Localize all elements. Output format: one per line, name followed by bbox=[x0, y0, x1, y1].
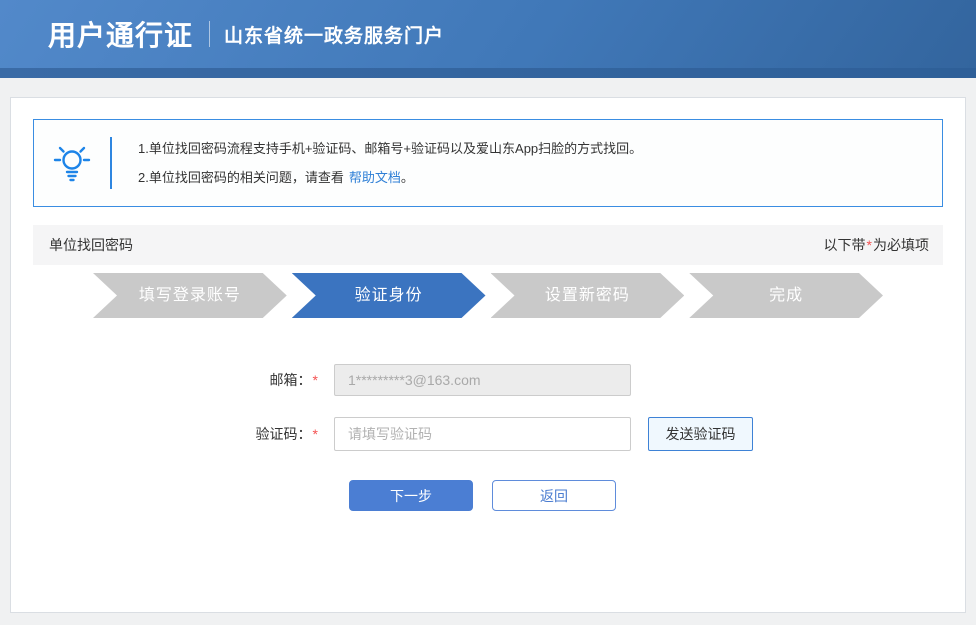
main-card: 1.单位找回密码流程支持手机+验证码、邮箱号+验证码以及爱山东App扫脸的方式找… bbox=[10, 97, 966, 613]
header-bottom-strip bbox=[0, 68, 976, 78]
required-star: * bbox=[866, 237, 872, 253]
code-label: 验证码：* bbox=[255, 426, 318, 442]
step-done: 完成 bbox=[689, 273, 883, 318]
email-required-star: * bbox=[312, 372, 318, 388]
header-divider bbox=[209, 21, 211, 47]
code-input[interactable] bbox=[334, 417, 631, 451]
next-step-button[interactable]: 下一步 bbox=[349, 480, 473, 511]
step-verify-identity: 验证身份 bbox=[292, 273, 486, 318]
email-field bbox=[334, 364, 631, 396]
app-title: 用户通行证 bbox=[48, 20, 194, 51]
recover-form: 邮箱：* 验证码：* 发送验证码 下一步 返回 bbox=[33, 364, 943, 511]
tip-text: 1.单位找回密码流程支持手机+验证码、邮箱号+验证码以及爱山东App扫脸的方式找… bbox=[112, 134, 642, 192]
tip-line-2: 2.单位找回密码的相关问题，请查看 帮助文档。 bbox=[138, 170, 414, 185]
lightbulb-icon bbox=[34, 142, 110, 184]
help-doc-link[interactable]: 帮助文档 bbox=[349, 170, 401, 185]
section-title: 单位找回密码 bbox=[49, 237, 133, 253]
code-required-star: * bbox=[312, 426, 318, 442]
step-fill-account: 填写登录账号 bbox=[93, 273, 287, 318]
required-note: 以下带*为必填项 bbox=[823, 237, 929, 253]
back-button[interactable]: 返回 bbox=[492, 480, 616, 511]
email-row: 邮箱：* bbox=[33, 364, 943, 396]
form-actions: 下一步 返回 bbox=[334, 480, 631, 511]
tip-box: 1.单位找回密码流程支持手机+验证码、邮箱号+验证码以及爱山东App扫脸的方式找… bbox=[33, 119, 943, 207]
section-bar: 单位找回密码 以下带*为必填项 bbox=[33, 225, 943, 265]
tip-line-1: 1.单位找回密码流程支持手机+验证码、邮箱号+验证码以及爱山东App扫脸的方式找… bbox=[138, 141, 643, 156]
email-label: 邮箱：* bbox=[269, 372, 318, 388]
step-progress: 填写登录账号 验证身份 设置新密码 完成 bbox=[93, 273, 883, 318]
code-row: 验证码：* 发送验证码 bbox=[33, 417, 943, 451]
portal-title: 山东省统一政务服务门户 bbox=[224, 25, 445, 47]
send-code-button[interactable]: 发送验证码 bbox=[648, 417, 753, 451]
header: 用户通行证 山东省统一政务服务门户 bbox=[0, 0, 976, 68]
step-set-new-password: 设置新密码 bbox=[491, 273, 685, 318]
